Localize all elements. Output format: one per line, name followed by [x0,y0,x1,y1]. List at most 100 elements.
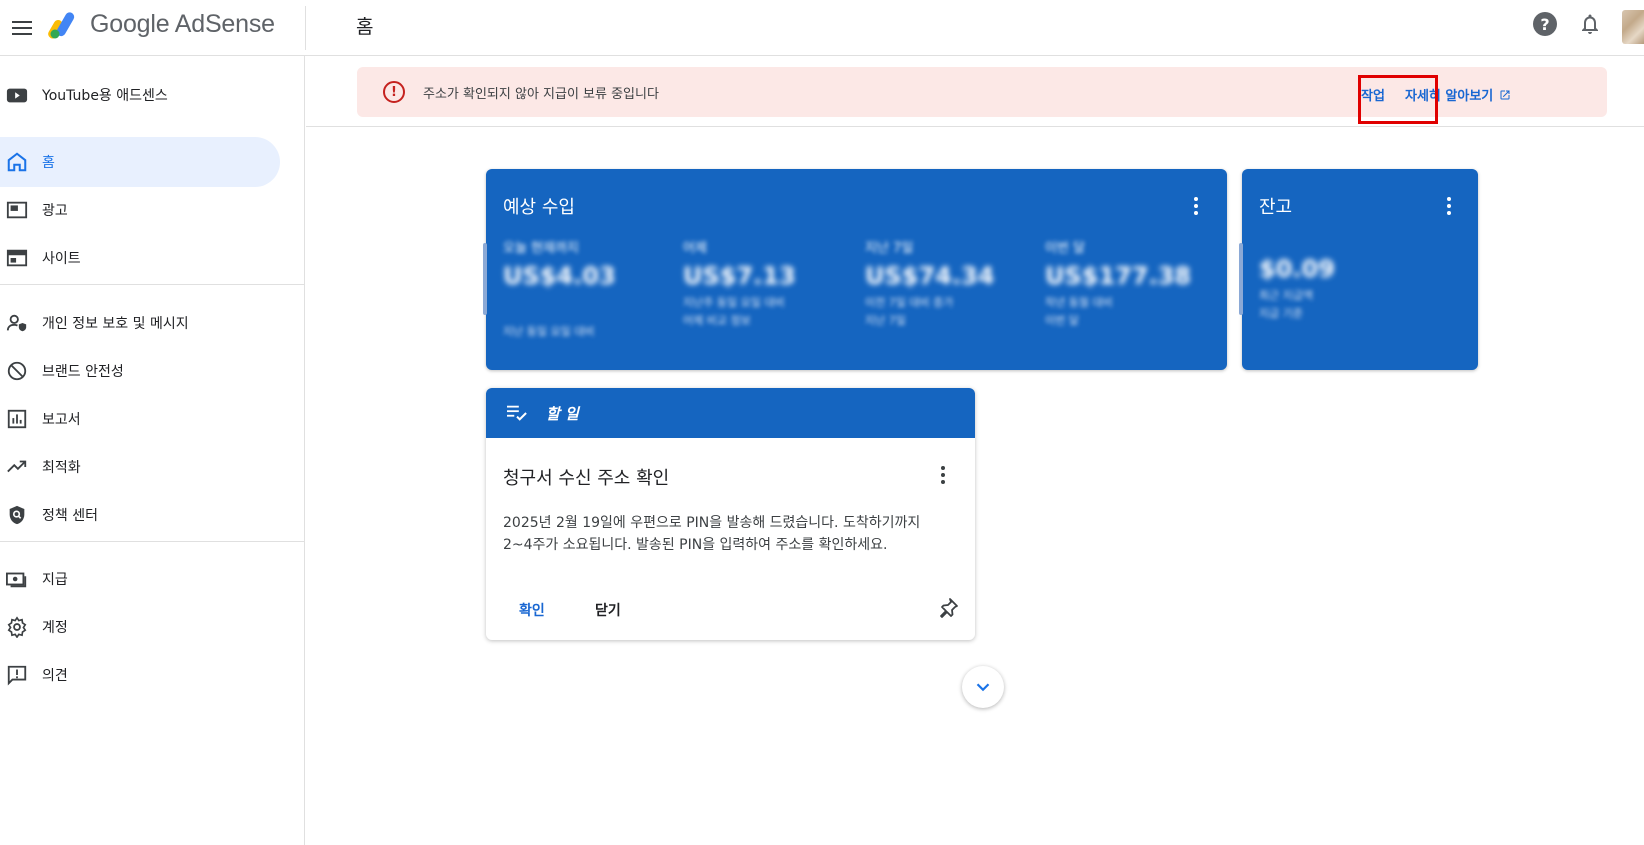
estimated-earnings-card: 예상 수입 오늘 현재까지 US$4.03 어제 US$7.13 지난주 동일 … [483,169,1227,370]
menu-icon[interactable] [4,10,40,46]
more-vert-icon[interactable] [933,464,953,486]
card-title: 잔고 [1259,197,1293,218]
topbar-divider [305,6,306,50]
alert-banner: ! 주소가 확인되지 않아 지급이 보류 중입니다 작업 자세히 알아보기 [357,67,1607,117]
trending-icon [7,460,27,473]
sidebar-item-label: 홈 [42,155,55,171]
metric-this-month[interactable]: 이번 달 US$177.38 작년 동월 대비 이번 달 [1045,237,1191,329]
sidebar-item-reports[interactable]: 보고서 [0,394,280,444]
sidebar-item-payments[interactable]: 지급 [0,554,280,604]
metric-yesterday[interactable]: 어제 US$7.13 지난주 동일 요일 대비 어제 비교 정보 [683,237,796,329]
metric-subtext: 어제 비교 정보 [683,313,751,327]
app-name: Google AdSense [90,9,275,38]
sidebar-item-label: 보고서 [42,412,81,428]
sidebar-item-label: 사이트 [42,251,81,267]
metric-label: 이번 달 [1045,241,1086,256]
confirm-button[interactable]: 확인 [519,600,545,620]
sidebar-item-privacy-messaging[interactable]: 개인 정보 보호 및 메시지 [0,298,280,348]
metric-subtext: 이전 7일 대비 증가 [865,296,954,309]
scroll-down-button[interactable] [962,666,1004,708]
sidebar-item-sites[interactable]: 사이트 [0,233,280,283]
dismiss-button[interactable]: 닫기 [595,600,621,620]
sidebar-item-label: 계정 [42,620,68,636]
sidebar-item-optimization[interactable]: 최적화 [0,442,280,492]
sidebar-nav: YouTube용 애드센스 홈 광고 사이트 개인 정보 보호 및 메시지 브랜… [0,56,305,845]
pin-icon[interactable] [936,596,960,620]
metric-value: US$7.13 [683,262,796,290]
more-vert-icon[interactable] [1186,195,1206,217]
account-avatar[interactable] [1622,10,1644,44]
sidebar-item-youtube[interactable]: YouTube용 애드센스 [0,70,280,120]
sidebar-item-feedback[interactable]: 의견 [0,650,280,700]
todo-card-header: 할 일 [486,388,975,438]
home-icon [7,152,27,172]
sidebar-item-label: YouTube용 애드센스 [42,88,168,104]
alert-message: 주소가 확인되지 않아 지급이 보류 중입니다 [423,87,659,102]
metric-today[interactable]: 오늘 현재까지 US$4.03 [503,237,616,290]
sidebar-item-label: 의견 [42,668,68,684]
action-button[interactable]: 작업 [1361,85,1385,104]
metric-value: US$74.34 [865,262,995,290]
learn-more-link[interactable]: 자세히 알아보기 [1405,85,1511,104]
learn-more-label: 자세히 알아보기 [1405,89,1494,104]
sidebar-divider [0,284,305,285]
more-vert-icon[interactable] [1439,195,1459,217]
metric-value: US$4.03 [503,262,616,290]
sidebar-item-label: 지급 [42,572,68,588]
sidebar-item-label: 개인 정보 보호 및 메시지 [42,316,189,332]
balance-card: 잔고 $0.09 최근 지급액 지급 기준 [1239,169,1478,370]
metric-subtext: 지난 동일 요일 대비 [503,325,595,338]
sidebar-divider [0,541,305,542]
help-icon[interactable]: ? [1533,12,1557,36]
page-title: 홈 [356,16,374,38]
metric-today-sub: 지난 동일 요일 대비 [503,319,594,341]
sidebar-item-label: 최적화 [42,460,81,476]
sidebar-item-label: 정책 센터 [42,508,98,524]
metric-last-7-days[interactable]: 지난 7일 US$74.34 이전 7일 대비 증가 지난 7일 [865,237,994,329]
sidebar-item-policy-center[interactable]: 정책 센터 [0,490,280,540]
sidebar-item-label: 브랜드 안전성 [42,364,124,380]
gear-icon [7,616,27,638]
balance-subtext: 최근 지급액 [1259,289,1314,302]
ads-icon [6,201,28,219]
sites-icon [6,249,28,267]
chevron-down-icon [976,683,990,692]
scroll-edge-left [1239,243,1243,315]
notifications-bell-icon[interactable] [1578,12,1602,36]
reports-icon [7,409,27,429]
payments-icon [6,572,27,588]
todo-item-description: 2025년 2월 19일에 우편으로 PIN을 발송해 드렸습니다. 도착하기까… [503,515,921,553]
sidebar-item-label: 광고 [42,203,68,219]
policy-icon [9,505,25,525]
todo-item-title: 청구서 수신 주소 확인 [503,468,670,489]
metric-subtext: 작년 동월 대비 [1045,296,1113,309]
sidebar-item-home[interactable]: 홈 [0,137,280,187]
block-icon [7,361,27,381]
alert-banner-area: ! 주소가 확인되지 않아 지급이 보류 중입니다 작업 자세히 알아보기 [306,57,1644,127]
metric-label: 오늘 현재까지 [503,241,579,256]
card-title: 예상 수입 [503,197,575,218]
metric-label: 지난 7일 [865,241,914,256]
sidebar-item-ads[interactable]: 광고 [0,185,280,235]
adsense-logo-icon [48,12,75,39]
privacy-icon [6,314,27,332]
adsense-logo[interactable]: Google AdSense [48,8,275,40]
metric-label: 어제 [683,241,707,256]
checklist-icon [507,405,527,421]
metric-value: US$177.38 [1045,262,1192,290]
balance-value: $0.09 [1259,255,1335,283]
todo-card: 할 일 청구서 수신 주소 확인 2025년 2월 19일에 우편으로 PIN을… [486,388,975,640]
todo-header-title: 할 일 [546,405,579,423]
open-in-new-icon [1500,90,1510,99]
feedback-icon [7,665,27,686]
balance-value-block[interactable]: $0.09 최근 지급액 지급 기준 [1259,255,1335,322]
sidebar-item-brand-safety[interactable]: 브랜드 안전성 [0,346,280,396]
metric-subtext: 지난주 동일 요일 대비 [683,296,785,309]
balance-subtext: 지급 기준 [1259,306,1303,320]
metric-subtext: 이번 달 [1045,313,1079,327]
youtube-icon [6,88,28,103]
metric-subtext: 지난 7일 [865,313,906,327]
sidebar-item-account[interactable]: 계정 [0,602,280,652]
error-icon: ! [383,81,405,103]
top-app-bar: Google AdSense 홈 ? [0,0,1644,56]
